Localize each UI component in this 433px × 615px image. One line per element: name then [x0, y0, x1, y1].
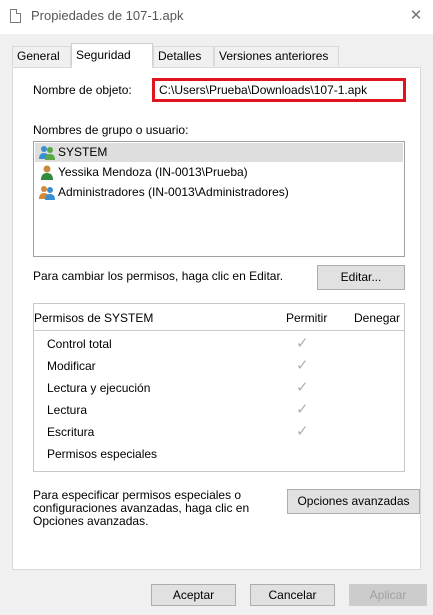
permission-row: Control total ✓: [34, 333, 404, 355]
ok-button[interactable]: Aceptar: [151, 584, 236, 606]
allow-column-header: Permitir: [286, 311, 328, 325]
user-icon: [41, 165, 53, 180]
close-button[interactable]: ✕: [405, 5, 427, 27]
group-user-label: Nombres de grupo o usuario:: [33, 123, 189, 137]
permission-name: Control total: [47, 337, 112, 351]
allow-check-icon: ✓: [296, 401, 309, 418]
user-name: Yessika Mendoza (IN-0013\Prueba): [58, 165, 248, 179]
title-bar: Propiedades de 107-1.apk ✕: [0, 0, 433, 34]
user-row-yessika[interactable]: Yessika Mendoza (IN-0013\Prueba): [35, 163, 403, 182]
allow-check-icon: ✓: [296, 357, 309, 374]
tab-seguridad[interactable]: Seguridad: [71, 43, 153, 68]
permission-row: Modificar ✓: [34, 355, 404, 377]
tab-general[interactable]: General: [12, 46, 71, 66]
cancel-button[interactable]: Cancelar: [250, 584, 335, 606]
permission-row: Lectura ✓: [34, 399, 404, 421]
permission-name: Lectura y ejecución: [47, 381, 151, 395]
object-name-label: Nombre de objeto:: [33, 83, 132, 97]
permission-name: Permisos especiales: [47, 447, 158, 461]
group-users-icon: [39, 186, 55, 200]
advanced-options-button[interactable]: Opciones avanzadas: [287, 489, 420, 514]
apply-button[interactable]: Aplicar: [349, 584, 427, 606]
permissions-header: Permisos de SYSTEM Permitir Denegar: [34, 311, 404, 325]
tab-detalles[interactable]: Detalles: [153, 46, 214, 66]
window-title: Propiedades de 107-1.apk: [31, 8, 184, 23]
allow-check-icon: ✓: [296, 423, 309, 440]
allow-check-icon: ✓: [296, 379, 309, 396]
permission-name: Escritura: [47, 425, 95, 439]
users-list[interactable]: SYSTEM Yessika Mendoza (IN-0013\Prueba) …: [33, 141, 405, 257]
permission-name: Lectura: [47, 403, 88, 417]
user-row-administradores[interactable]: Administradores (IN-0013\Administradores…: [35, 183, 403, 202]
permission-name: Modificar: [47, 359, 96, 373]
permissions-list[interactable]: Control total ✓ Modificar ✓ Lectura y ej…: [34, 330, 404, 472]
permissions-table: Permisos de SYSTEM Permitir Denegar Cont…: [33, 303, 405, 472]
object-name-value: C:\Users\Prueba\Downloads\107-1.apk: [152, 78, 406, 102]
user-name: Administradores (IN-0013\Administradores…: [58, 185, 289, 199]
advanced-hint-text: Para especificar permisos especiales o c…: [33, 488, 250, 528]
security-panel: Nombre de objeto: C:\Users\Prueba\Downlo…: [12, 67, 421, 570]
permissions-title: Permisos de SYSTEM: [34, 311, 154, 325]
deny-column-header: Denegar: [354, 311, 401, 325]
permission-row: Lectura y ejecución ✓: [34, 377, 404, 399]
edit-button[interactable]: Editar...: [317, 265, 405, 290]
user-name: SYSTEM: [58, 145, 108, 159]
permission-row: Escritura ✓: [34, 421, 404, 443]
edit-hint-text: Para cambiar los permisos, haga clic en …: [33, 269, 284, 283]
allow-check-icon: ✓: [296, 335, 309, 352]
user-row-system[interactable]: SYSTEM: [35, 143, 403, 162]
group-users-icon: [39, 146, 55, 160]
file-icon: [10, 9, 21, 23]
permission-row: Permisos especiales: [34, 443, 404, 465]
tab-versiones-anteriores[interactable]: Versiones anteriores: [214, 46, 339, 66]
